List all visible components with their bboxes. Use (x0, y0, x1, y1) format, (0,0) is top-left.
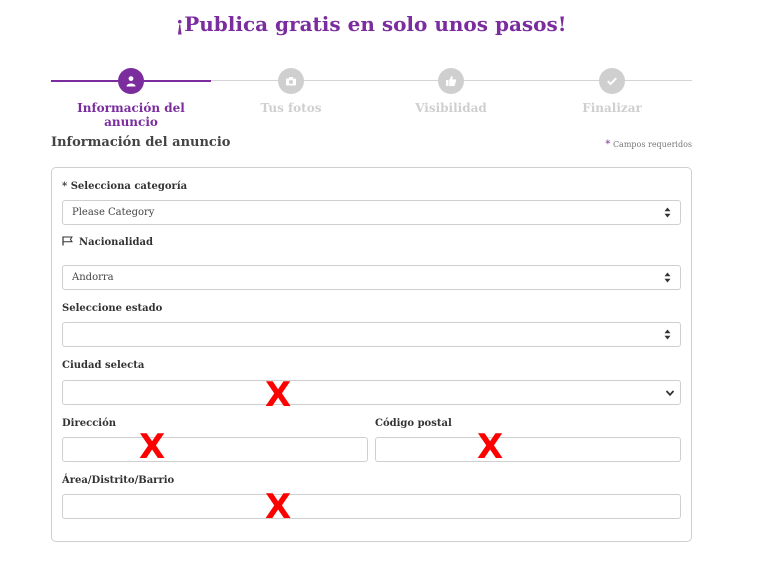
select-arrows-icon (664, 272, 671, 283)
address-input[interactable] (62, 437, 368, 462)
nationality-label: Nacionalidad (62, 236, 153, 248)
annotation-x-city: X (265, 375, 292, 415)
check-icon (599, 68, 625, 94)
step-label: Tus fotos (260, 101, 322, 115)
step-label: Visibilidad (415, 101, 487, 115)
flag-icon (62, 236, 73, 246)
required-note-text: Campos requeridos (612, 140, 692, 149)
area-label: Área/Distrito/Barrio (62, 475, 175, 486)
required-fields-note: * Campos requeridos (605, 139, 692, 150)
progress-stepper: Información del anuncio Tus fotos Visibi… (51, 66, 692, 129)
city-select[interactable] (62, 380, 681, 405)
category-select[interactable]: Please Category (62, 200, 681, 225)
state-label: Seleccione estado (62, 303, 163, 314)
user-icon (118, 68, 144, 94)
nationality-select[interactable]: Andorra (62, 265, 681, 290)
step-fotos[interactable]: Tus fotos (211, 68, 371, 115)
annotation-x-area: X (265, 487, 292, 527)
category-label: * Selecciona categoría (62, 181, 188, 192)
step-label: Información del anuncio (77, 101, 185, 129)
nationality-label-text: Nacionalidad (79, 237, 153, 248)
chevron-down-icon (665, 390, 675, 397)
step-label: Finalizar (582, 101, 642, 115)
thumbs-up-icon (438, 68, 464, 94)
postal-code-label: Código postal (375, 418, 452, 429)
city-label: Ciudad selecta (62, 360, 145, 371)
select-arrows-icon (664, 207, 671, 218)
select-arrows-icon (664, 329, 671, 340)
ad-info-form: * Selecciona categoría Please Category N… (51, 167, 692, 542)
section-title: Información del anuncio (51, 135, 231, 150)
step-finalizar[interactable]: Finalizar (532, 68, 692, 115)
category-select-value: Please Category (72, 207, 155, 218)
nationality-select-value: Andorra (72, 272, 114, 283)
state-select[interactable] (62, 322, 681, 347)
page-title: ¡Publica gratis en solo unos pasos! (175, 12, 567, 36)
step-informacion[interactable]: Información del anuncio (51, 68, 211, 129)
address-label: Dirección (62, 418, 117, 429)
postal-code-input[interactable] (375, 437, 681, 462)
area-input[interactable] (62, 494, 681, 519)
camera-icon (278, 68, 304, 94)
required-star: * (605, 139, 611, 150)
step-visibilidad[interactable]: Visibilidad (371, 68, 531, 115)
annotation-x-postal-code: X (477, 427, 504, 467)
annotation-x-address: X (139, 427, 166, 467)
